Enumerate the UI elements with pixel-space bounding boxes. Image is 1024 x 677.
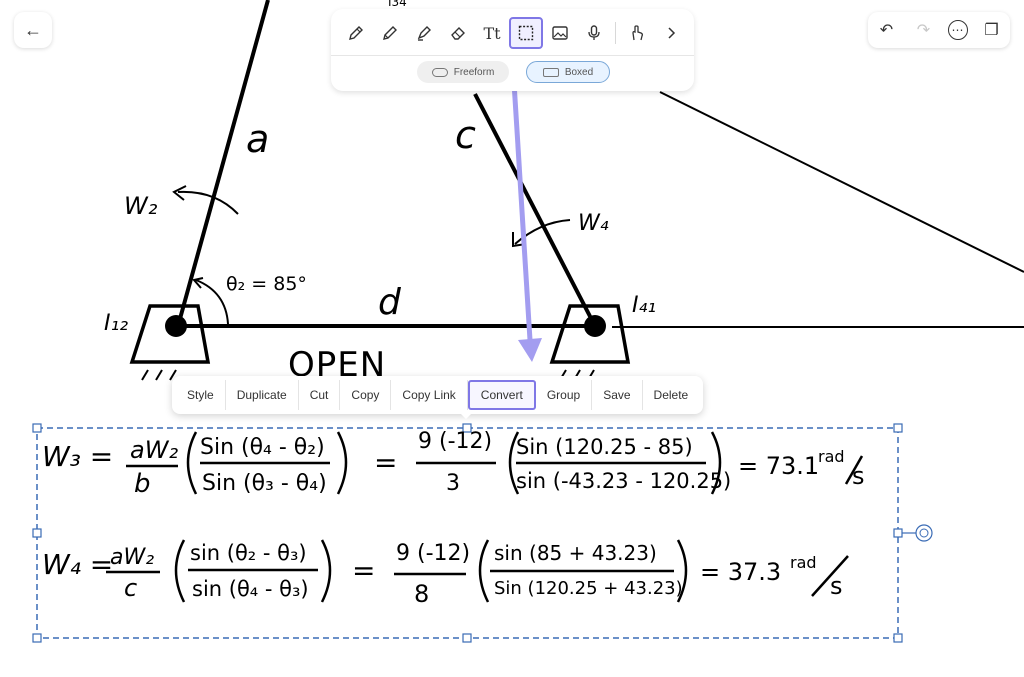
eq1-trig-num: Sin (θ₄ - θ₂) — [200, 435, 325, 460]
annotation-arrowhead-icon — [518, 338, 542, 362]
eq2-val-den: 8 — [414, 580, 429, 608]
label-d: d — [378, 282, 402, 323]
back-arrow-icon: ← — [24, 19, 42, 40]
pencil-icon[interactable] — [373, 17, 407, 49]
eq2-unit-top: rad — [790, 553, 817, 572]
top-right-toolbar: ↶ ↷ ⋯ ❐ — [868, 12, 1010, 48]
eq2-equals: = — [352, 554, 375, 587]
label-c: c — [455, 113, 476, 157]
back-button[interactable]: ← — [14, 12, 52, 48]
menu-item-cut[interactable]: Cut — [299, 380, 341, 410]
eq2-trig-den: sin (θ₄ - θ₃) — [192, 577, 309, 601]
context-menu: Style Duplicate Cut Copy Copy Link Conve… — [172, 376, 704, 414]
menu-item-copy-link[interactable]: Copy Link — [391, 380, 468, 410]
boxed-mode-button[interactable]: Boxed — [526, 61, 610, 83]
eq1-coef-den: b — [134, 469, 151, 499]
freeform-mode-button[interactable]: Freeform — [417, 61, 509, 83]
menu-item-convert[interactable]: Convert — [467, 380, 536, 410]
w2-arrowhead-icon — [172, 185, 187, 201]
menu-item-group[interactable]: Group — [536, 380, 593, 410]
menu-item-style[interactable]: Style — [176, 380, 226, 410]
note-canvas[interactable]: I34 a c d W₂ W₄ θ₂ = 85° I₁₂ I₄₁ OPEN W₃… — [0, 0, 1024, 677]
eq1-sin-num: Sin (120.25 - 85) — [516, 435, 693, 459]
eq1-unit-bottom: s — [852, 462, 865, 490]
eq1-unit-top: rad — [818, 447, 845, 466]
eraser-icon[interactable] — [441, 17, 475, 49]
eq2-result: = 37.3 — [700, 558, 781, 586]
eq2-val-num: 9 (-12) — [396, 541, 470, 566]
rotate-handle-icon[interactable] — [915, 524, 933, 542]
eq2-unit-bottom: s — [830, 572, 843, 600]
eq2-trig-num: sin (θ₂ - θ₃) — [190, 541, 307, 565]
menu-item-save[interactable]: Save — [592, 380, 643, 410]
undo-icon[interactable]: ↶ — [874, 17, 900, 43]
label-i41: I₄₁ — [632, 293, 656, 318]
text-tool-icon[interactable]: Tt — [475, 17, 509, 49]
label-theta: θ₂ = 85° — [226, 273, 307, 295]
microphone-icon[interactable] — [577, 17, 611, 49]
pin-joint-left — [165, 315, 187, 337]
eq2-coef-den: c — [124, 574, 137, 602]
tool-panel: Tt Freeform Boxed — [331, 9, 694, 91]
eq1-result: = 73.1 — [738, 452, 819, 480]
tool-separator — [615, 22, 616, 44]
diagonal-line — [659, 91, 1024, 273]
eq2-sin-den: Sin (120.25 + 43.23) — [494, 578, 683, 599]
redo-icon[interactable]: ↷ — [911, 17, 937, 43]
lasso-box-icon[interactable] — [509, 17, 543, 49]
label-a: a — [246, 117, 269, 161]
boxed-label: Boxed — [564, 66, 594, 78]
equation-w4: W₄ = aW₂ c sin (θ₂ - θ₃) sin (θ₄ - θ₃) =… — [42, 539, 849, 608]
freeform-label: Freeform — [453, 66, 495, 78]
image-icon[interactable] — [543, 17, 577, 49]
eq2-sin-num: sin (85 + 43.23) — [494, 541, 657, 565]
chevron-right-icon[interactable] — [654, 17, 688, 49]
more-icon[interactable]: ⋯ — [947, 20, 968, 40]
cloud-shape-icon — [431, 67, 448, 77]
context-menu-caret — [459, 412, 473, 419]
eq1-lhs: W₃ = — [42, 440, 113, 473]
menu-item-delete[interactable]: Delete — [643, 380, 700, 410]
eq1-sin-den: sin (-43.23 - 120.25) — [516, 469, 731, 493]
menu-item-duplicate[interactable]: Duplicate — [226, 380, 299, 410]
rect-shape-icon — [542, 67, 559, 77]
eq2-coef-num: aW₂ — [110, 545, 154, 570]
hand-touch-icon[interactable] — [620, 17, 654, 49]
label-w2: W₂ — [124, 192, 158, 220]
label-i12: I₁₂ — [104, 311, 128, 336]
eq1-val-den: 3 — [446, 471, 460, 496]
pen-icon[interactable] — [339, 17, 373, 49]
eq2-lhs: W₄ = — [42, 548, 113, 581]
eq1-trig-den: Sin (θ₃ - θ₄) — [202, 471, 327, 496]
link-c — [473, 93, 597, 327]
label-i34: I34 — [388, 0, 407, 9]
pages-icon[interactable]: ❐ — [979, 17, 1005, 43]
equation-w3: W₃ = aW₂ b Sin (θ₄ - θ₂) Sin (θ₃ - θ₄) =… — [42, 429, 865, 499]
eq1-val-num: 9 (-12) — [418, 429, 492, 454]
highlighter-icon[interactable] — [407, 17, 441, 49]
tool-divider — [331, 55, 694, 56]
pin-joint-right — [584, 315, 606, 337]
tool-row: Tt — [339, 13, 688, 53]
eq1-equals: = — [374, 446, 397, 479]
label-w4: W₄ — [578, 211, 609, 236]
menu-item-copy[interactable]: Copy — [340, 380, 392, 410]
eq1-coef-num: aW₂ — [130, 436, 178, 464]
